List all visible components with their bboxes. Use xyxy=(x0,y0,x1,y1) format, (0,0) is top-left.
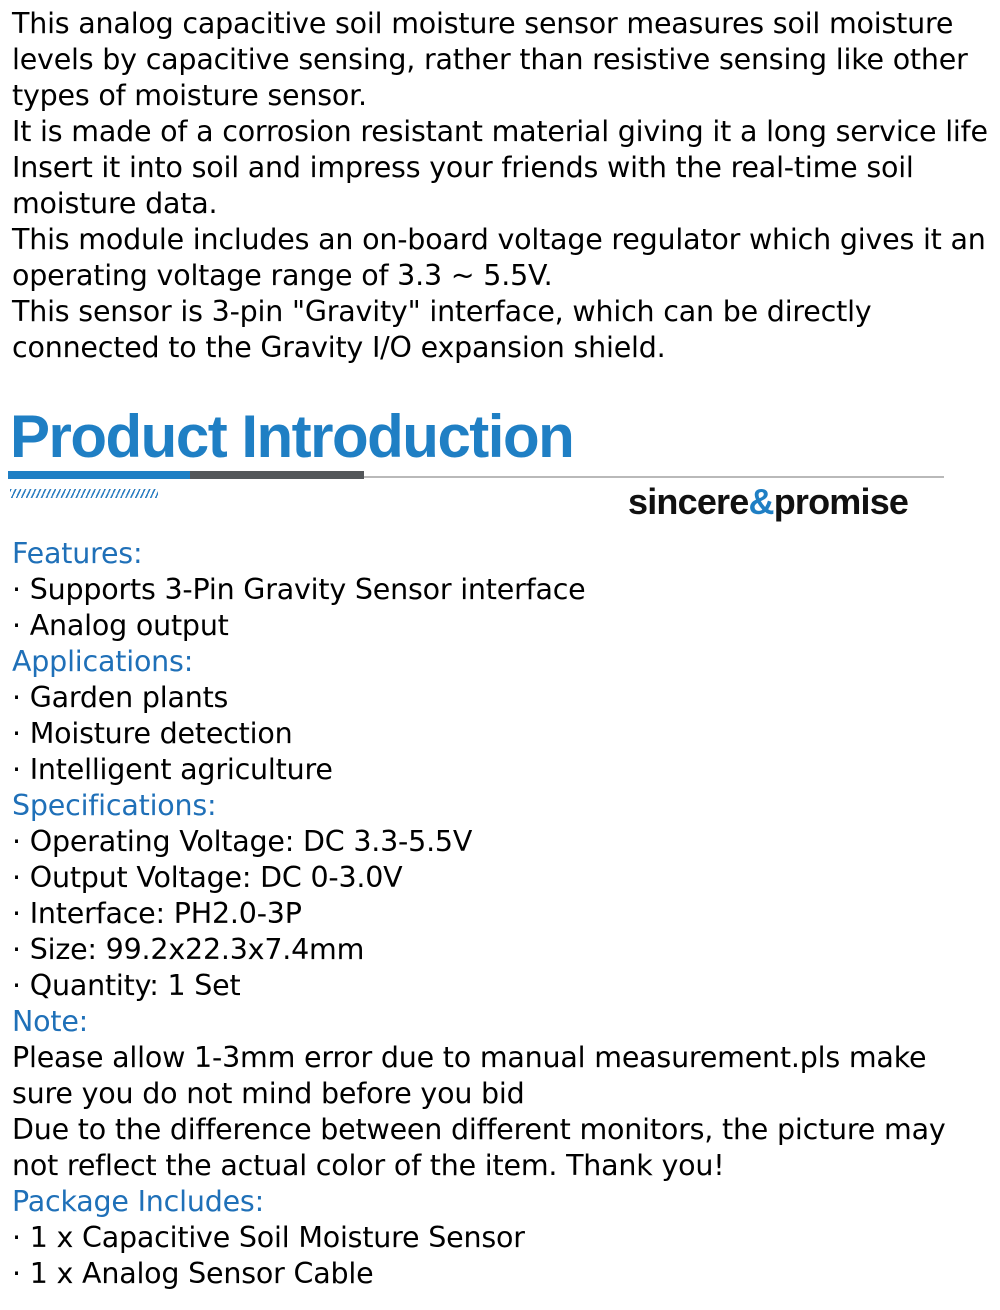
list-item: · Moisture detection xyxy=(12,717,293,750)
brand-text-suffix: promise xyxy=(773,481,909,522)
brand-ampersand: & xyxy=(748,481,775,522)
note-paragraph: Due to the difference between different … xyxy=(12,1113,946,1182)
list-item: · Output Voltage: DC 0-3.0V xyxy=(12,861,403,894)
intro-line: This sensor is 3-pin "Gravity" interface… xyxy=(12,295,872,364)
list-item: · Operating Voltage: DC 3.3-5.5V xyxy=(12,825,473,858)
brand-logo: sincere&promise xyxy=(628,480,909,524)
package-heading: Package Includes: xyxy=(12,1185,264,1218)
intro-line: This analog capacitive soil moisture sen… xyxy=(12,7,968,112)
features-heading: Features: xyxy=(12,537,143,570)
specifications-heading: Specifications: xyxy=(12,789,217,822)
list-item: · 1 x Capacitive Soil Moisture Sensor xyxy=(12,1221,525,1254)
list-item: · 1 x Analog Sensor Cable xyxy=(12,1257,374,1290)
applications-heading: Applications: xyxy=(12,645,194,678)
hatch-decoration xyxy=(10,489,158,498)
title-underline-blue xyxy=(8,471,190,479)
title-underline-dark xyxy=(190,471,364,479)
note-heading: Note: xyxy=(12,1005,89,1038)
note-paragraph: Please allow 1-3mm error due to manual m… xyxy=(12,1041,927,1110)
intro-line: This module includes an on-board voltage… xyxy=(12,223,986,292)
list-item: · Interface: PH2.0-3P xyxy=(12,897,302,930)
title-divider-line xyxy=(364,476,944,478)
intro-description: This analog capacitive soil moisture sen… xyxy=(12,6,998,366)
list-item: · Analog output xyxy=(12,609,229,642)
list-item: · Supports 3-Pin Gravity Sensor interfac… xyxy=(12,573,586,606)
product-introduction-banner: Product Introduction sincere&promise xyxy=(0,400,1000,530)
product-details: Features: · Supports 3-Pin Gravity Senso… xyxy=(12,536,992,1292)
list-item: · Intelligent agriculture xyxy=(12,753,333,786)
intro-line: Insert it into soil and impress your fri… xyxy=(12,151,914,220)
section-title: Product Introduction xyxy=(10,403,575,470)
list-item: · Garden plants xyxy=(12,681,229,714)
list-item: · Size: 99.2x22.3x7.4mm xyxy=(12,933,365,966)
list-item: · Quantity: 1 Set xyxy=(12,969,241,1002)
intro-line: It is made of a corrosion resistant mate… xyxy=(12,115,988,148)
brand-text-prefix: sincere xyxy=(628,481,749,522)
